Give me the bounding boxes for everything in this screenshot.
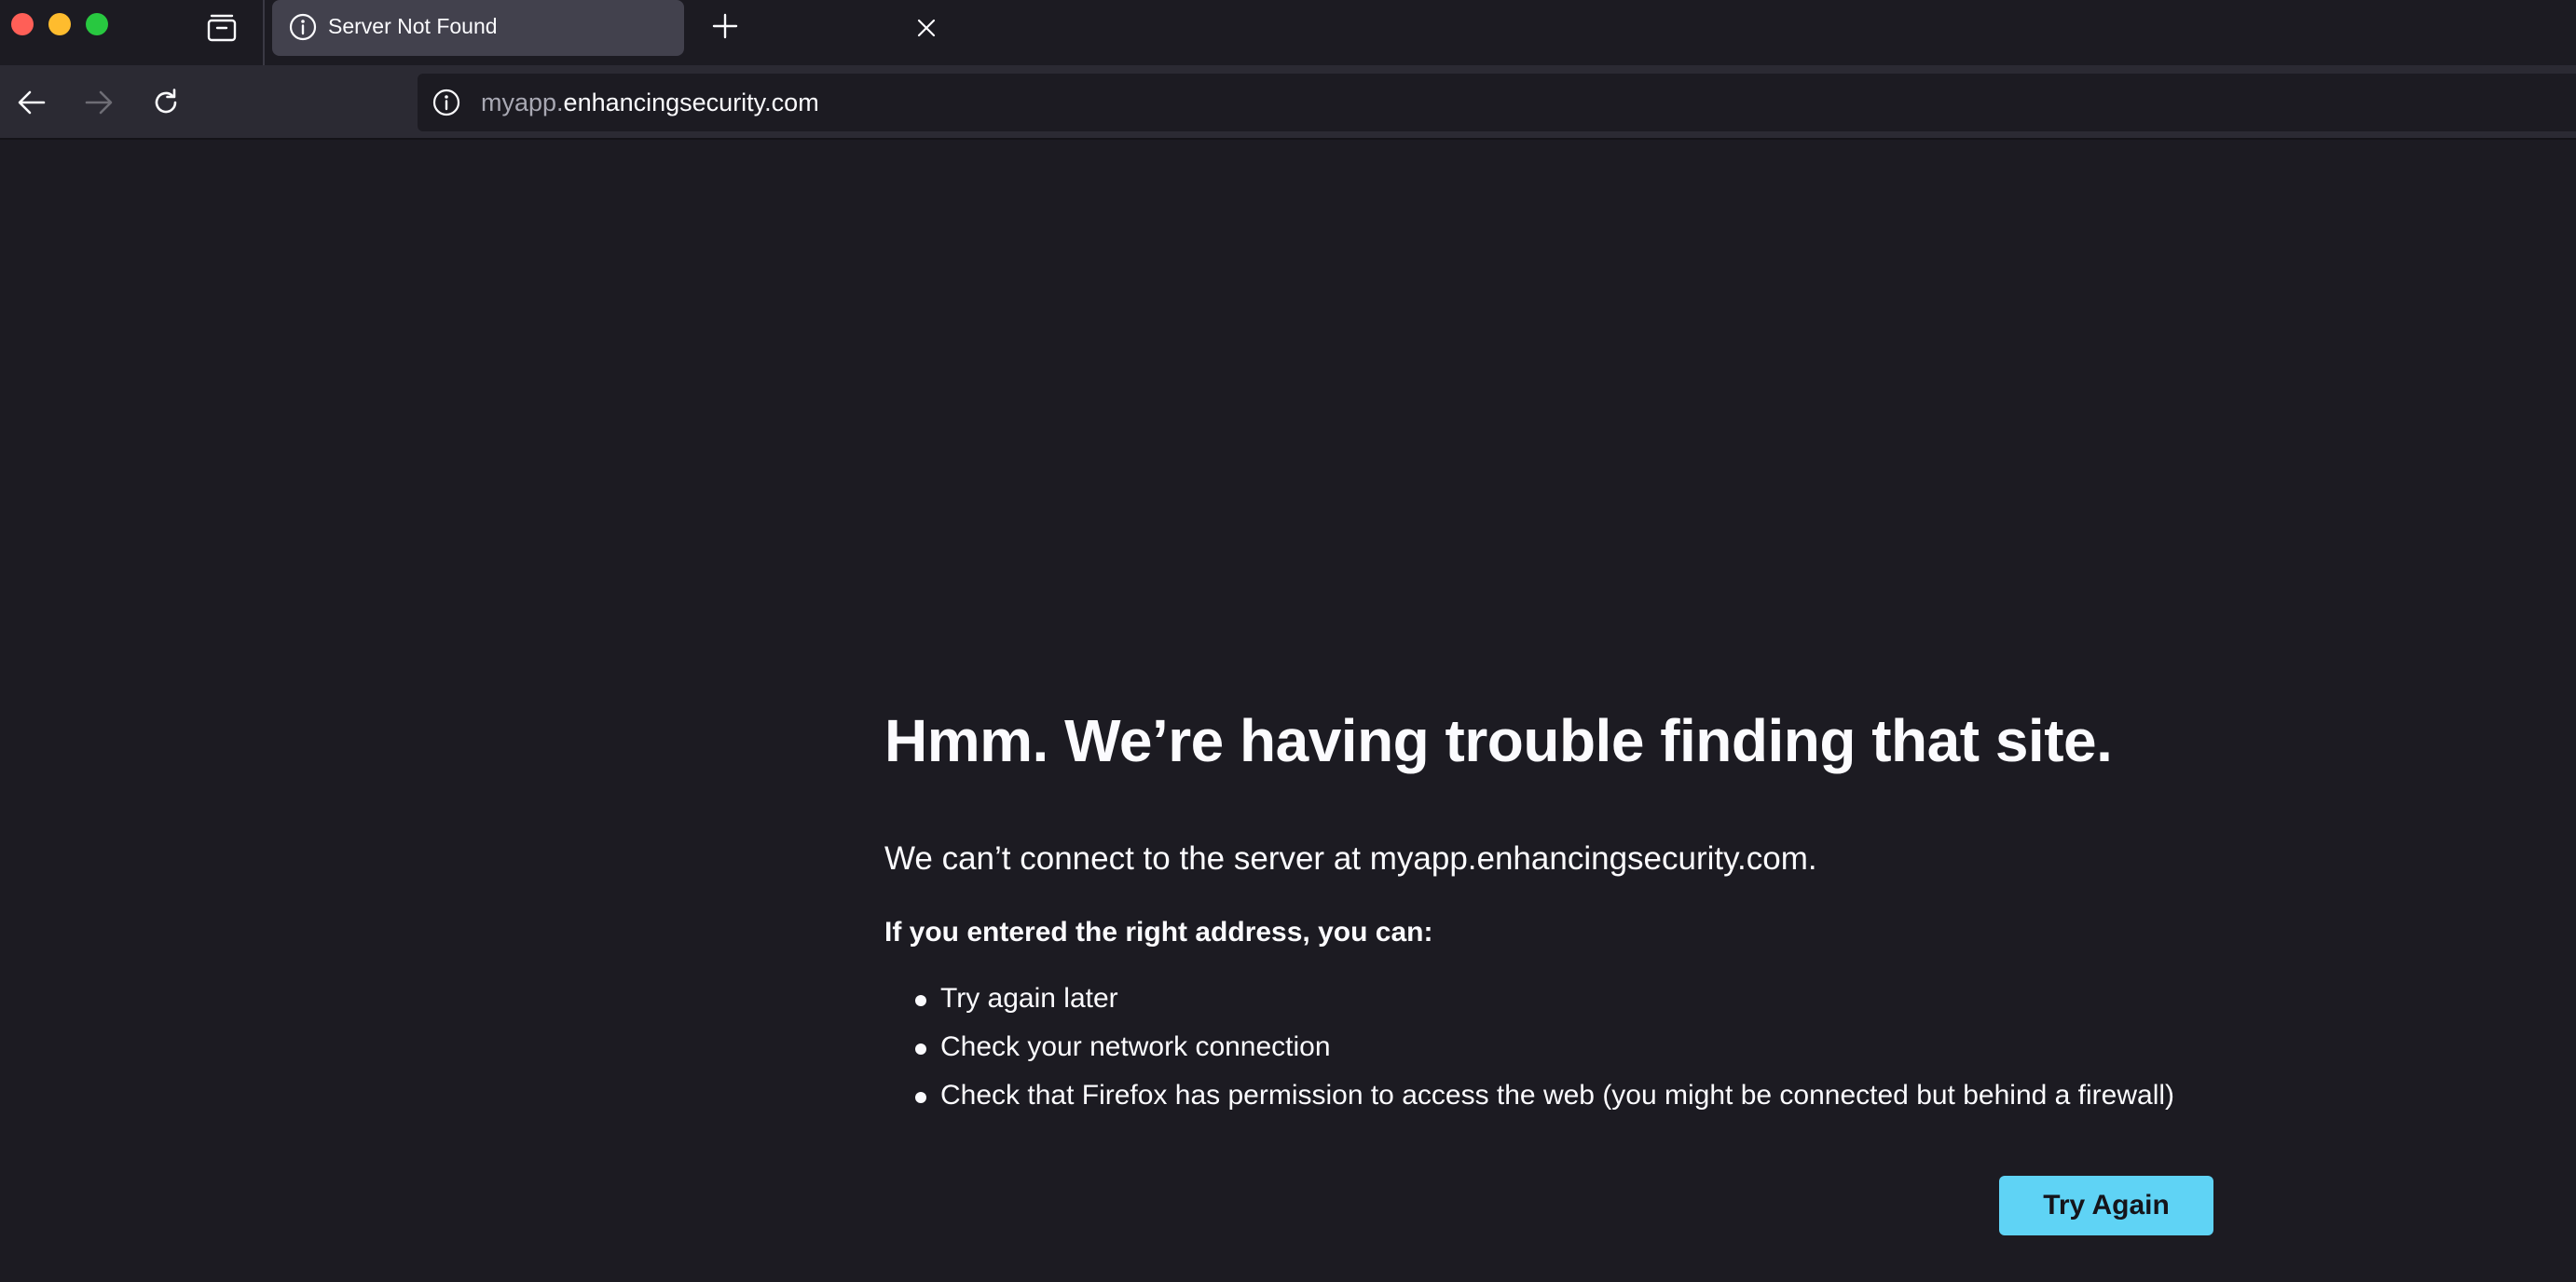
error-title: Hmm. We’re having trouble finding that s…	[884, 707, 2113, 774]
url-subdomain: myapp.	[481, 89, 564, 116]
tab-strip-divider	[263, 0, 265, 65]
window-maximize-button[interactable]	[86, 13, 108, 35]
reload-icon	[155, 89, 177, 114]
arrow-right-icon	[85, 90, 113, 115]
suggestion-item: Check that Firefox has permission to acc…	[884, 1071, 2174, 1120]
url-bar[interactable]: myapp.enhancingsecurity.com	[418, 74, 2576, 131]
tab-strip: Server Not Found	[0, 0, 2576, 65]
arrow-left-icon	[18, 90, 46, 115]
suggestion-item: Check your network connection	[884, 1023, 2174, 1071]
window-minimize-button[interactable]	[48, 13, 71, 35]
forward-button[interactable]	[78, 82, 119, 123]
url-text[interactable]: myapp.enhancingsecurity.com	[481, 89, 819, 117]
suggestion-list: Try again later Check your network conne…	[884, 975, 2174, 1120]
new-tab-button[interactable]	[705, 6, 746, 47]
plus-icon	[712, 13, 738, 39]
error-page: Hmm. We’re having trouble finding that s…	[0, 142, 2576, 1282]
try-again-button[interactable]: Try Again	[1999, 1176, 2213, 1235]
suggestion-item: Try again later	[884, 975, 2174, 1023]
info-icon	[289, 13, 317, 41]
reload-button[interactable]	[145, 82, 186, 123]
navigation-toolbar: myapp.enhancingsecurity.com	[0, 65, 2576, 140]
tab-title: Server Not Found	[328, 14, 498, 38]
url-domain: enhancingsecurity.com	[563, 89, 819, 116]
window-close-button[interactable]	[11, 13, 34, 35]
tab-manager-button[interactable]	[203, 9, 240, 47]
back-button[interactable]	[11, 82, 52, 123]
close-icon	[917, 19, 936, 37]
tab-close-button[interactable]	[910, 11, 943, 45]
error-subheading: If you entered the right address, you ca…	[884, 917, 1433, 948]
tab-manager-icon	[207, 14, 237, 42]
browser-window: Server Not Found myapp.enhancingsecurity…	[0, 0, 2576, 1282]
site-info-icon[interactable]	[431, 87, 462, 118]
error-description: We can’t connect to the server at myapp.…	[884, 840, 1817, 877]
tab-server-not-found[interactable]: Server Not Found	[272, 0, 936, 56]
